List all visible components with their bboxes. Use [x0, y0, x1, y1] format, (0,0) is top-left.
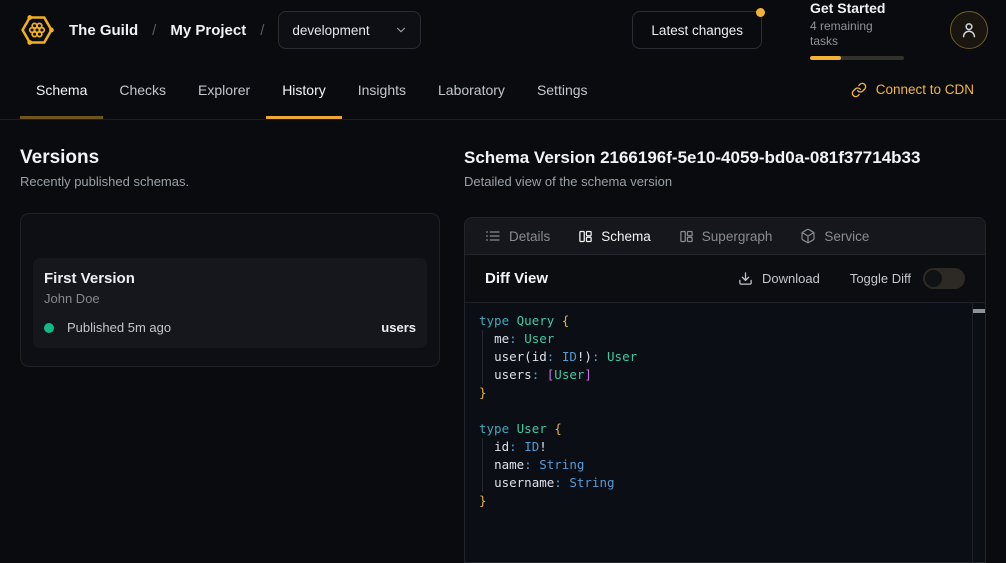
nav-tab-settings[interactable]: Settings [521, 60, 604, 119]
user-avatar[interactable] [950, 11, 988, 49]
breadcrumb-separator: / [260, 22, 264, 39]
code-scrollbar [972, 303, 985, 562]
page-content: Versions Recently published schemas. Fir… [0, 120, 1006, 563]
versions-panel: Versions Recently published schemas. Fir… [20, 146, 440, 367]
version-detail-box: Details Schema Sup [464, 217, 986, 563]
connect-to-cdn-link[interactable]: Connect to CDN [851, 60, 974, 119]
diff-view-title: Diff View [485, 270, 548, 287]
main-nav: Schema Checks Explorer History Insights … [0, 60, 1006, 120]
get-started-widget[interactable]: Get Started 4 remaining tasks [810, 0, 904, 60]
download-label: Download [762, 271, 820, 286]
notification-dot [756, 8, 765, 17]
get-started-progress-fill [810, 56, 841, 60]
download-button[interactable]: Download [738, 271, 820, 286]
connect-to-cdn-label: Connect to CDN [876, 82, 974, 97]
nav-tab-explorer[interactable]: Explorer [182, 60, 266, 119]
versions-subtitle: Recently published schemas. [20, 174, 440, 190]
tab-supergraph-label: Supergraph [702, 229, 773, 244]
detail-tabs: Details Schema Sup [465, 218, 985, 255]
breadcrumb-org[interactable]: The Guild [69, 22, 138, 39]
nav-tab-laboratory[interactable]: Laboratory [422, 60, 521, 119]
toggle-diff-switch[interactable] [923, 268, 965, 289]
version-name: First Version [44, 270, 416, 288]
cube-icon [800, 228, 816, 244]
download-icon [738, 271, 753, 286]
schema-code-viewer[interactable]: type Query { me: User user(id: ID!): Use… [465, 303, 985, 562]
app-header: The Guild / My Project / development Lat… [0, 0, 1006, 60]
breadcrumb-project[interactable]: My Project [170, 22, 246, 39]
version-detail-title: Schema Version 2166196f-5e10-4059-bd0a-0… [464, 146, 986, 169]
chevron-down-icon [394, 23, 408, 37]
toggle-knob [925, 270, 942, 287]
version-status: Published 5m ago [67, 320, 171, 335]
target-selector-value: development [292, 23, 369, 38]
target-selector[interactable]: development [278, 11, 420, 49]
person-icon [959, 20, 979, 40]
published-status-dot [44, 323, 54, 333]
version-author: John Doe [44, 291, 416, 307]
nav-tab-history[interactable]: History [266, 60, 342, 119]
link-icon [851, 82, 867, 98]
latest-changes-button[interactable]: Latest changes [632, 11, 762, 49]
code-content: type Query { me: User user(id: ID!): Use… [465, 303, 985, 519]
versions-title: Versions [20, 146, 440, 169]
tab-service[interactable]: Service [800, 228, 869, 244]
columns-icon [679, 229, 694, 244]
nav-tab-insights[interactable]: Insights [342, 60, 422, 119]
diff-view-header: Diff View Download Toggle Diff [465, 255, 985, 303]
version-detail-panel: Schema Version 2166196f-5e10-4059-bd0a-0… [464, 146, 986, 563]
version-meta-row: Published 5m ago users [44, 320, 416, 335]
code-scrollbar-thumb[interactable] [973, 309, 985, 313]
versions-list: First Version John Doe Published 5m ago … [20, 213, 440, 367]
tab-details[interactable]: Details [485, 228, 550, 244]
tab-details-label: Details [509, 229, 550, 244]
hive-logo-icon[interactable] [20, 13, 54, 47]
columns-icon [578, 229, 593, 244]
tab-supergraph[interactable]: Supergraph [679, 229, 773, 244]
tab-service-label: Service [824, 229, 869, 244]
version-list-item[interactable]: First Version John Doe Published 5m ago … [33, 258, 427, 348]
tab-schema[interactable]: Schema [578, 229, 651, 244]
nav-tab-checks[interactable]: Checks [103, 60, 182, 119]
breadcrumb-separator: / [152, 22, 156, 39]
version-detail-subtitle: Detailed view of the schema version [464, 174, 986, 190]
get-started-title: Get Started [810, 0, 904, 17]
list-icon [485, 228, 501, 244]
toggle-diff-label: Toggle Diff [850, 271, 911, 286]
version-service-badge: users [381, 320, 416, 335]
tab-schema-label: Schema [601, 229, 651, 244]
nav-tab-schema[interactable]: Schema [20, 60, 103, 119]
get-started-subtitle: 4 remaining tasks [810, 19, 904, 49]
latest-changes-label: Latest changes [651, 23, 743, 38]
